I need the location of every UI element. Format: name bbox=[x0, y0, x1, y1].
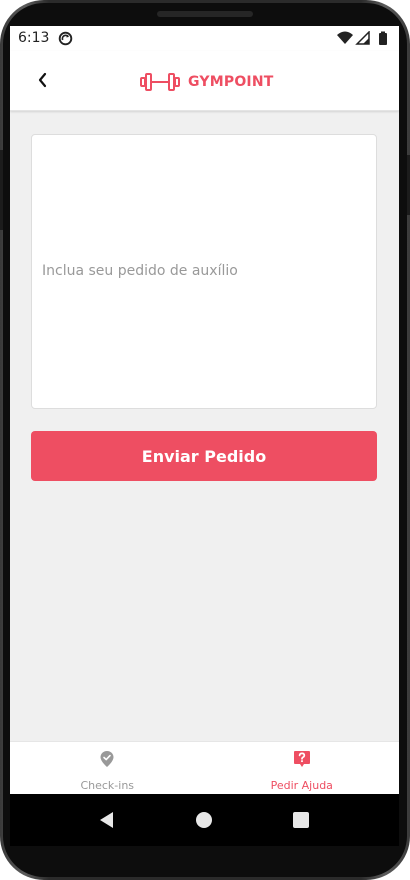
app-logo: GYMPOINT bbox=[140, 71, 274, 93]
tab-pedir-ajuda[interactable]: Pedir Ajuda bbox=[205, 742, 400, 794]
tab-check-ins[interactable]: Check-ins bbox=[10, 742, 205, 794]
triangle-back-icon[interactable] bbox=[96, 809, 118, 831]
status-icons bbox=[337, 31, 387, 45]
sync-icon bbox=[58, 31, 73, 46]
tab-label-check-ins: Check-ins bbox=[80, 779, 135, 792]
android-nav-bar bbox=[10, 794, 399, 846]
logo-text: GYMPOINT bbox=[188, 74, 274, 90]
app-header: GYMPOINT bbox=[10, 51, 399, 111]
circle-home-icon[interactable] bbox=[193, 809, 215, 831]
signal-icon bbox=[355, 31, 370, 45]
dumbbell-icon bbox=[140, 73, 180, 91]
send-request-button[interactable]: Enviar Pedido bbox=[31, 431, 377, 481]
bottom-tab-bar: Check-ins Pedir Ajuda bbox=[10, 741, 399, 794]
earpiece-speaker bbox=[157, 11, 253, 17]
battery-icon bbox=[379, 31, 387, 45]
map-pin-check-icon bbox=[100, 751, 114, 767]
wifi-icon bbox=[337, 31, 353, 44]
chevron-left-icon[interactable] bbox=[32, 69, 54, 91]
status-time: 6:13 bbox=[18, 30, 50, 46]
status-bar: 6:13 bbox=[10, 26, 399, 51]
help-request-input[interactable] bbox=[31, 134, 377, 409]
app-screen: 6:13 GYMPOINT Inclua seu pedido de auxíl… bbox=[10, 26, 399, 794]
volume-button bbox=[0, 150, 3, 230]
square-recents-icon[interactable] bbox=[290, 809, 312, 831]
help-icon bbox=[293, 751, 310, 767]
tab-label-pedir-ajuda: Pedir Ajuda bbox=[270, 779, 333, 792]
